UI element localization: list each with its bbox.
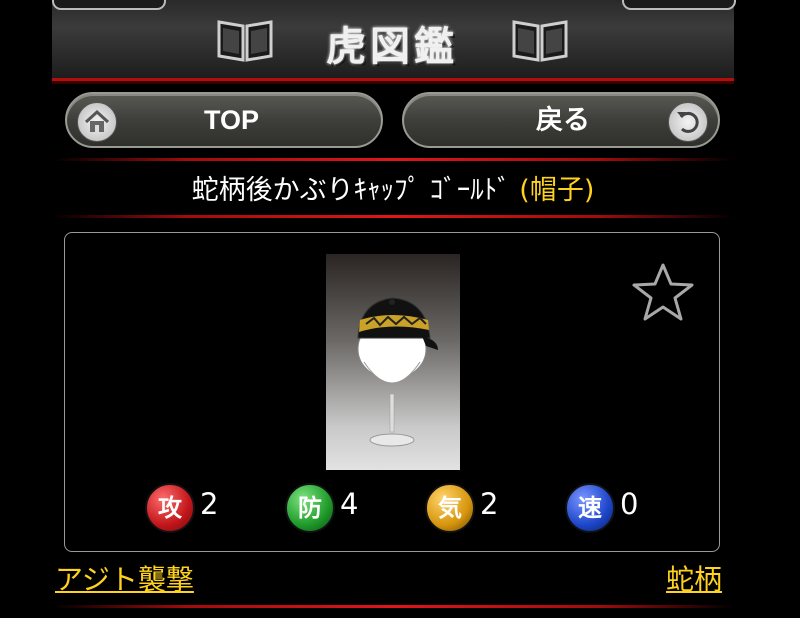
header-left-tab[interactable] <box>52 0 166 10</box>
home-icon <box>77 102 117 142</box>
header-right-tab[interactable] <box>622 0 736 10</box>
item-category: (帽子) <box>519 175 595 206</box>
spirit-icon: 気 <box>425 483 475 533</box>
header-banner: 虎図鑑 <box>52 0 736 81</box>
item-card: 攻 2 防 4 気 2 速 0 <box>64 232 720 552</box>
divider <box>52 215 734 218</box>
speed-icon: 速 <box>565 483 615 533</box>
book-icon <box>512 20 568 62</box>
snake-pattern-link[interactable]: 蛇柄 <box>666 558 722 598</box>
page: 虎図鑑 TOP 戻る 蛇柄後かぶりｷｬｯﾌﾟ ｺﾞｰﾙﾄﾞ (帽子) 攻 2 防… <box>52 0 736 618</box>
item-title: 蛇柄後かぶりｷｬｯﾌﾟ ｺﾞｰﾙﾄﾞ (帽子) <box>52 168 734 207</box>
attack-value: 2 <box>200 487 219 521</box>
divider <box>52 158 734 161</box>
item-name: 蛇柄後かぶりｷｬｯﾌﾟ ｺﾞｰﾙﾄﾞ <box>191 175 511 206</box>
divider <box>52 605 734 608</box>
page-title: 虎図鑑 <box>326 23 458 70</box>
defense-icon: 防 <box>285 483 335 533</box>
defense-value: 4 <box>340 487 359 521</box>
item-image <box>326 254 460 470</box>
back-button[interactable]: 戻る <box>402 92 720 148</box>
cap-on-mannequin-icon <box>357 297 438 447</box>
ajito-attack-link[interactable]: アジト襲撃 <box>55 558 194 598</box>
attack-icon: 攻 <box>145 483 195 533</box>
favorite-star-icon[interactable] <box>631 261 695 323</box>
top-button[interactable]: TOP <box>65 92 383 148</box>
book-icon <box>217 20 273 62</box>
speed-value: 0 <box>620 487 639 521</box>
spirit-value: 2 <box>480 487 499 521</box>
top-button-label: TOP <box>204 105 260 135</box>
back-arrow-icon <box>668 102 708 142</box>
back-button-label: 戻る <box>536 105 590 135</box>
